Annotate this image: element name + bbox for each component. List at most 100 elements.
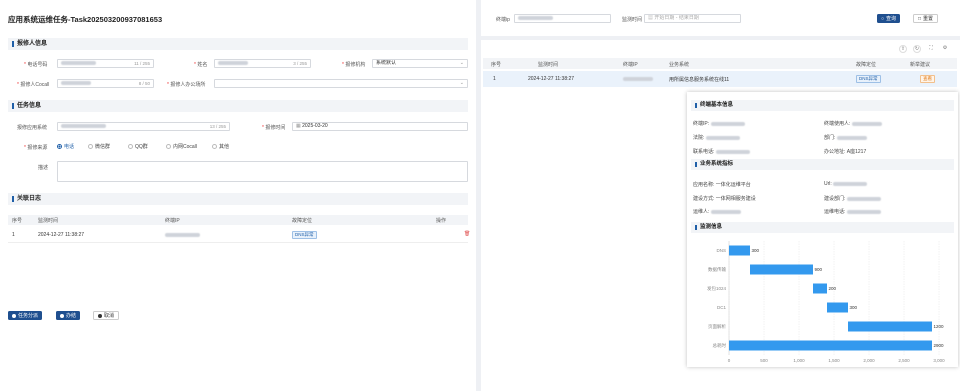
radio-icon	[128, 144, 133, 149]
radio-icon	[166, 144, 171, 149]
report-time-label: * 报修时间	[262, 125, 286, 131]
detail-popup: 终端基本信息 终端IP: 终端使用人: 法院: 部门: 联系电话: 办公地址: …	[687, 92, 958, 367]
data-label: 200	[829, 286, 837, 291]
x-tick-label: 0	[728, 358, 731, 363]
cocall-input[interactable]: 8 / 50	[57, 79, 154, 88]
close-icon	[98, 313, 102, 318]
desc-textarea[interactable]	[57, 161, 468, 182]
org-label: * 报修机构	[342, 62, 366, 68]
search-icon: ○	[881, 15, 885, 22]
terminal-court: 法院:	[693, 134, 740, 141]
task-panel: 应用系统运维任务-Task202503200937081653 报修人信息 * …	[0, 0, 476, 391]
chevron-down-icon: ⌄	[459, 80, 464, 86]
column-settings-icon[interactable]: ⚙	[941, 45, 949, 53]
source-radio-phone[interactable]: 电话	[57, 143, 74, 150]
data-label: 300	[850, 305, 858, 310]
radio-icon	[88, 144, 93, 149]
biz-build: 建设方式: 一体网相服务建设	[693, 196, 756, 202]
terminal-phone: 联系电话:	[693, 148, 750, 155]
query-button[interactable]: ○ 查询	[877, 14, 901, 23]
x-tick-label: 2,000	[863, 358, 875, 363]
terminal-ip: 终端IP:	[693, 120, 745, 127]
phone-input[interactable]: 11 / 255	[57, 59, 154, 68]
monitor-chart: 0 500 1,000 1,500 2,000 2,500 3,000 DNS 300 数据传输 9…	[707, 241, 945, 363]
source-label: * 报修来源	[24, 145, 48, 151]
y-tick-label: 数据传输	[708, 266, 726, 273]
radio-icon	[212, 144, 217, 149]
app-input[interactable]: 13 / 255	[57, 122, 230, 131]
desc-label: 描述	[38, 165, 49, 171]
name-label: * 姓名	[194, 62, 208, 68]
office-label: * 报修人办公场所	[167, 82, 206, 88]
app-label: 报修应用系统	[17, 125, 48, 131]
biz-ops: 运维人:	[693, 208, 741, 215]
refresh-icon[interactable]: ↻	[913, 45, 921, 53]
x-tick-label: 1,000	[793, 358, 805, 363]
source-radio-wechat[interactable]: 微信群	[88, 143, 110, 150]
time-filter-label: 监测时间	[622, 17, 643, 23]
y-tick-label: DC1	[717, 305, 726, 310]
x-tick-label: 500	[760, 358, 768, 363]
terminal-address: 办公地址: A座1217	[824, 149, 867, 155]
phone-label: * 电话号码	[24, 62, 48, 68]
divider	[481, 36, 960, 40]
section-task-info: 任务信息	[8, 100, 468, 112]
fullscreen-icon[interactable]: ⛶	[927, 45, 935, 53]
cocall-label: * 报修人Cocall	[17, 82, 50, 88]
report-time-input[interactable]: ▦ 2025-03-20	[292, 122, 468, 131]
page-title: 应用系统运维任务-Task202503200937081653	[8, 15, 163, 24]
check-icon	[60, 313, 64, 318]
biz-dept: 建设部门:	[824, 195, 881, 202]
y-tick-label: 发包1024	[707, 285, 727, 292]
reset-button[interactable]: □ 重置	[913, 14, 939, 23]
bar	[750, 264, 813, 275]
bar	[827, 302, 848, 313]
delete-icon[interactable]: 🗑	[464, 231, 470, 237]
ip-filter-label: 终端ip	[496, 17, 510, 23]
bar	[729, 245, 750, 256]
dispatch-button[interactable]: 任务分派	[8, 311, 43, 320]
data-label: 2900	[934, 343, 945, 348]
terminal-dept: 部门:	[824, 134, 867, 141]
x-tick-label: 2,500	[898, 358, 910, 363]
data-label: 300	[752, 248, 760, 253]
section-monitoring: 监测信息	[691, 222, 954, 233]
dispatch-icon	[12, 313, 16, 318]
x-tick-label: 3,000	[933, 358, 945, 363]
biz-ops-phone: 运维电话:	[824, 208, 881, 215]
org-select[interactable]: 系统默认 ⌄	[372, 59, 468, 68]
terminal-user: 终端使用人:	[824, 120, 882, 127]
log-table-header: 序号 监测时间 终端IP 故障定位 操作	[8, 215, 468, 225]
source-radio-other[interactable]: 其他	[212, 143, 229, 150]
data-label: 1200	[934, 324, 945, 329]
chevron-down-icon: ⌄	[459, 60, 464, 66]
biz-url: Url:	[824, 181, 868, 187]
complete-button[interactable]: 办结	[56, 311, 81, 320]
y-tick-label: DNS	[716, 248, 726, 253]
table-row[interactable]: 1 2024-12-27 11:38:27 用所属信息服务系统在线11 DNS异…	[483, 71, 957, 87]
office-select[interactable]: ⌄	[214, 79, 468, 88]
name-input[interactable]: 3 / 255	[214, 59, 311, 68]
upload-icon[interactable]: ⇧	[899, 45, 907, 53]
section-related-logs: 关联日志	[8, 193, 468, 205]
fault-tag[interactable]: DNS异常	[856, 75, 881, 83]
cancel-button[interactable]: 取消	[93, 311, 120, 320]
source-radio-qq[interactable]: QQ群	[128, 143, 148, 150]
x-tick-label: 1,500	[828, 358, 840, 363]
y-tick-label: 页面解析	[708, 323, 726, 330]
y-tick-label: 总耗时	[713, 342, 727, 349]
source-radio-cocall[interactable]: 内网Cocall	[166, 143, 197, 150]
section-reporter-info: 报修人信息	[8, 38, 468, 50]
section-terminal-info: 终端基本信息	[691, 100, 954, 111]
bar	[813, 283, 827, 294]
ip-filter-input[interactable]	[514, 14, 611, 23]
reset-icon: □	[918, 15, 922, 22]
view-advice-tag[interactable]: 查看	[920, 75, 935, 83]
bar	[848, 321, 932, 332]
time-range-input[interactable]: ▦ 开始日期 - 结束日期	[644, 14, 741, 23]
biz-app: 应用名称: 一体化运维平台	[693, 182, 751, 188]
fault-tag: DNS异常	[292, 231, 317, 239]
table-row: 1 2024-12-27 11:38:27 DNS异常 🗑	[8, 229, 470, 243]
bar	[729, 340, 932, 351]
data-label: 900	[815, 267, 823, 272]
